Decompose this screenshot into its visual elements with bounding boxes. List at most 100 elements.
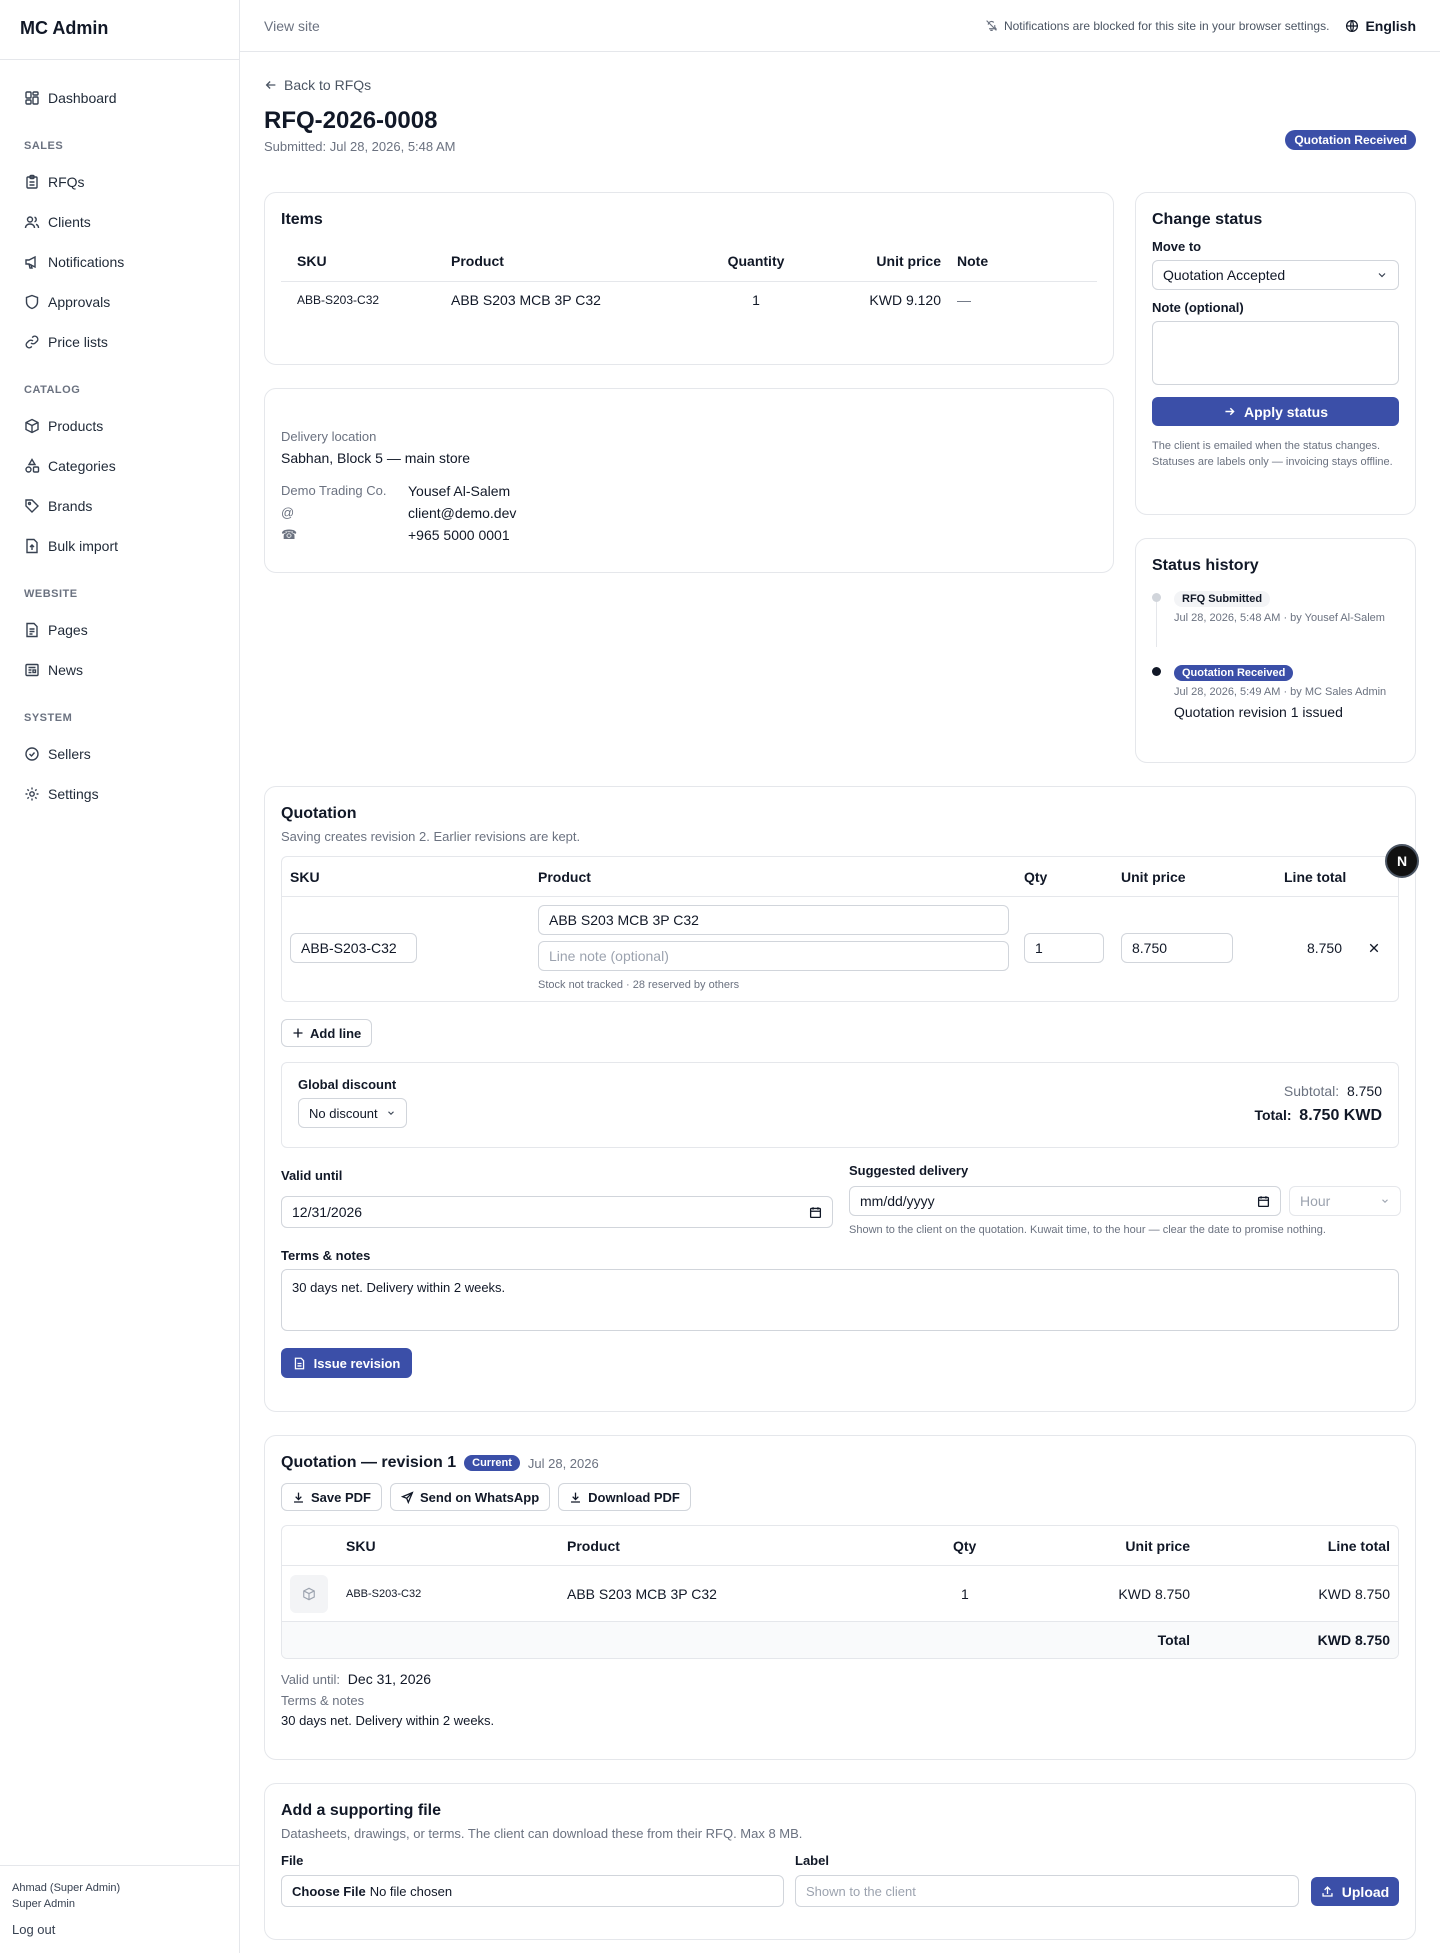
newspaper-icon	[25, 663, 39, 677]
delivery-location-label: Delivery location	[281, 429, 377, 444]
calendar-icon	[1257, 1195, 1270, 1207]
table-row: ABB-S203-C32 ABB S203 MCB 3P C32 1 KWD 8…	[282, 1566, 1398, 1622]
sidebar-item-clients[interactable]: Clients	[0, 202, 239, 242]
upload-button[interactable]: Upload	[1311, 1877, 1399, 1906]
nav-section-sales: SALES	[24, 140, 64, 152]
sidebar-item-brands[interactable]: Brands	[0, 486, 239, 526]
download-pdf-label: Download PDF	[588, 1489, 680, 1505]
discount-select[interactable]: No discount	[298, 1098, 407, 1128]
quotation-heading: Quotation	[281, 805, 357, 822]
topbar: View site Notifications are blocked for …	[240, 0, 1440, 52]
sidebar-item-pages[interactable]: Pages	[0, 610, 239, 650]
move-to-select[interactable]: Quotation Accepted	[1152, 260, 1399, 290]
download-pdf-button[interactable]: Download PDF	[558, 1483, 691, 1511]
terms-textarea[interactable]: 30 days net. Delivery within 2 weeks.	[281, 1269, 1399, 1331]
upload-label: Upload	[1341, 1883, 1390, 1900]
back-link[interactable]: Back to RFQs	[264, 77, 394, 93]
file-icon	[294, 1357, 304, 1369]
upload-row: File Choose File No file chosen Label Sh…	[281, 1853, 1399, 1913]
revision-table: SKU Product Qty Unit price Line total AB…	[281, 1525, 1399, 1659]
cell-unit-price: KWD 9.120	[869, 292, 941, 309]
history-entry: RFQ Submitted Jul 28, 2026, 5:48 AM · by…	[1152, 589, 1399, 663]
view-site-link[interactable]: View site	[264, 18, 320, 34]
quotation-card: Quotation Saving creates revision 2. Ear…	[264, 786, 1416, 1412]
stock-info: Stock not tracked · 28 reserved by other…	[538, 979, 740, 991]
sidebar-item-label: Sellers	[48, 746, 91, 762]
revision-date: Jul 28, 2026	[527, 1455, 599, 1471]
sidebar-item-categories[interactable]: Categories	[0, 446, 239, 486]
history-status-chip: Quotation Received	[1174, 665, 1294, 681]
topbar-right: Notifications are blocked for this site …	[985, 18, 1416, 34]
history-status-chip: RFQ Submitted	[1174, 591, 1271, 607]
close-icon[interactable]	[1368, 942, 1380, 954]
tag-icon	[25, 499, 39, 513]
save-pdf-button[interactable]: Save PDF	[281, 1483, 382, 1511]
quotation-line-row: ABB-S203-C32 ABB S203 MCB 3P C32 Line no…	[282, 897, 1398, 1001]
timeline-dot	[1152, 593, 1161, 602]
cell-product: ABB S203 MCB 3P C32	[451, 292, 601, 309]
chevron-down-icon	[1382, 1199, 1388, 1204]
valid-until-input[interactable]: 12/31/2026	[281, 1196, 833, 1228]
line-sku-input[interactable]: ABB-S203-C32	[290, 933, 417, 963]
line-product-input[interactable]: ABB S203 MCB 3P C32	[538, 905, 1009, 935]
sidebar-item-products[interactable]: Products	[0, 406, 239, 446]
revision-total-value: KWD 8.750	[1317, 1632, 1390, 1648]
sidebar-item-rfqs[interactable]: RFQs	[0, 162, 239, 202]
note-label: Note (optional)	[1152, 300, 1244, 315]
clipboard-icon	[26, 174, 38, 189]
history-entry: Quotation Received Jul 28, 2026, 5:49 AM…	[1152, 663, 1399, 720]
revision-valid-until-label: Valid until:	[281, 1672, 341, 1687]
sidebar-item-label: Clients	[48, 214, 91, 230]
sidebar-item-notifications[interactable]: Notifications	[0, 242, 239, 282]
chevron-down-icon	[387, 1111, 394, 1116]
line-note-input[interactable]: Line note (optional)	[538, 941, 1009, 971]
status-note-textarea[interactable]	[1152, 321, 1399, 385]
file-input[interactable]: Choose File No file chosen	[281, 1875, 784, 1907]
items-header-row: SKU Product Quantity Unit price Note	[281, 241, 1097, 281]
contact-email[interactable]: client@demo.dev	[408, 505, 1097, 521]
send-whatsapp-button[interactable]: Send on WhatsApp	[389, 1483, 551, 1511]
chevron-down-icon	[1378, 273, 1386, 278]
language-switcher[interactable]: English	[1345, 18, 1416, 34]
change-status-card: Change status Move to Quotation Accepted…	[1135, 192, 1416, 515]
sidebar-item-label: Categories	[48, 458, 116, 474]
col-product: Product	[451, 252, 504, 269]
product-thumbnail	[290, 1575, 328, 1613]
sidebar-item-approvals[interactable]: Approvals	[0, 282, 239, 322]
sidebar-item-sellers[interactable]: Sellers	[0, 734, 239, 774]
sidebar-item-label: Approvals	[48, 294, 111, 310]
apply-status-button[interactable]: Apply status	[1152, 397, 1399, 426]
hour-select[interactable]: Hour	[1289, 1186, 1401, 1216]
floating-avatar-button[interactable]: N	[1385, 844, 1419, 878]
sidebar-item-price-lists[interactable]: Price lists	[0, 322, 239, 362]
company-name: Demo Trading Co.	[281, 483, 387, 498]
sidebar-item-bulk-import[interactable]: Bulk import	[0, 526, 239, 566]
sidebar-item-news[interactable]: News	[0, 650, 239, 690]
line-unit-price-input[interactable]: 8.750	[1121, 933, 1233, 963]
arrow-right-icon	[1225, 407, 1235, 416]
revision-actions: Save PDF Send on WhatsApp Download PDF	[281, 1483, 1399, 1511]
quotation-header-row: SKU Product Qty Unit price Line total	[282, 857, 1398, 897]
gear-icon	[25, 787, 39, 801]
cell-quantity: 1	[752, 292, 760, 309]
revision-valid-until: Valid until: Dec 31, 2026	[281, 1671, 1399, 1687]
contact-phone[interactable]: +965 5000 0001	[408, 527, 1097, 543]
sidebar-item-settings[interactable]: Settings	[0, 774, 239, 814]
sidebar-item-label: Notifications	[48, 254, 125, 270]
page-title: RFQ-2026-0008	[264, 107, 438, 134]
choose-file-button[interactable]: Choose File	[292, 1884, 366, 1899]
label-input[interactable]: Shown to the client	[795, 1875, 1299, 1907]
line-total-value: 8.750	[1306, 940, 1342, 956]
total-label: Total:	[1254, 1107, 1292, 1123]
suggested-delivery-input[interactable]: mm/dd/yyyy	[849, 1186, 1281, 1216]
add-line-button[interactable]: Add line	[281, 1019, 373, 1047]
revision-total-row: Total KWD 8.750	[282, 1622, 1398, 1658]
line-qty-input[interactable]: 1	[1024, 933, 1104, 963]
language-label: English	[1365, 17, 1416, 34]
upload-subtitle: Datasheets, drawings, or terms. The clie…	[281, 1826, 803, 1841]
terms-label: Terms & notes	[281, 1248, 371, 1263]
quotation-lines-table: SKU Product Qty Unit price Line total AB…	[281, 856, 1399, 1002]
logout-link[interactable]: Log out	[12, 1922, 227, 1937]
issue-revision-button[interactable]: Issue revision	[281, 1348, 412, 1378]
sidebar-item-dashboard[interactable]: Dashboard	[0, 78, 239, 118]
